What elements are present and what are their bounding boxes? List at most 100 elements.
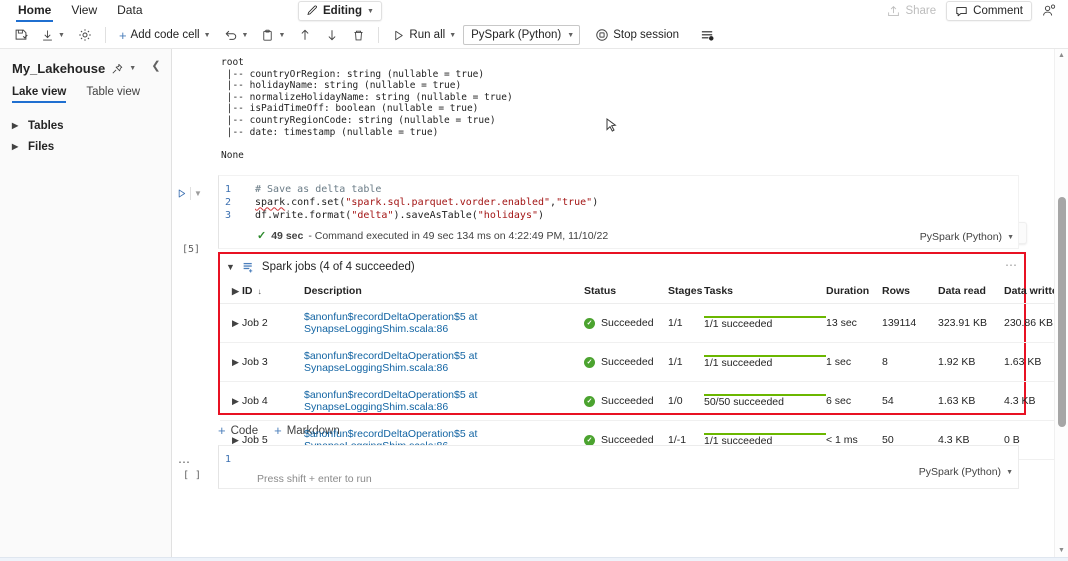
col-header-id[interactable]: ID ↓	[242, 280, 304, 304]
scrollbar-thumb[interactable]	[1058, 197, 1066, 427]
comment-button[interactable]: Comment	[946, 1, 1032, 21]
row-expand-cell[interactable]: ▶	[220, 343, 242, 382]
table-header-row: ▶ ID ↓ Description Status Stages Tasks D…	[220, 280, 1068, 304]
language-selector[interactable]: PySpark (Python) ▼	[463, 25, 580, 45]
col-header-data-read[interactable]: Data read	[938, 280, 1004, 304]
chevron-down-icon[interactable]: ▼	[129, 65, 136, 72]
paste-button[interactable]: ▼	[255, 24, 291, 46]
empty-cell-language-tag[interactable]: PySpark (Python) ▼	[919, 466, 1013, 478]
ribbon-tab-view[interactable]: View	[61, 0, 107, 22]
settings-button[interactable]	[72, 24, 98, 46]
tree-item-tables[interactable]: ▶ Tables	[0, 115, 171, 136]
col-header-description[interactable]: Description	[304, 280, 584, 304]
row-id: Job 2	[242, 304, 304, 343]
save-icon	[14, 28, 28, 42]
add-code-cell-button[interactable]: + Add code cell ▼	[113, 24, 217, 46]
col-header-duration[interactable]: Duration	[826, 280, 882, 304]
spark-jobs-more-options[interactable]: ⋯	[1005, 258, 1018, 272]
chevron-down-icon[interactable]: ▼	[226, 262, 235, 272]
tree-item-label: Files	[28, 141, 54, 153]
comment-icon	[955, 5, 968, 18]
success-icon: ✓	[584, 396, 595, 407]
row-duration: 1 sec	[826, 343, 882, 382]
table-row[interactable]: ▶ Job 2 $anonfun$recordDeltaOperation$5 …	[220, 304, 1068, 343]
move-cell-down-button[interactable]	[319, 24, 345, 46]
lakehouse-explorer: My_Lakehouse ▼ ❮ Lake view Table view ▶ …	[0, 49, 172, 557]
download-button[interactable]: ▼	[35, 24, 71, 46]
empty-code-cell[interactable]: [ ] 1 Press shift + enter to run PySpark…	[218, 445, 1019, 489]
pencil-icon	[306, 5, 318, 17]
spark-jobs-header[interactable]: ▼ Spark jobs (4 of 4 succeeded)	[220, 254, 1024, 280]
col-header-stages[interactable]: Stages	[668, 280, 704, 304]
ribbon-tabs: Home View Data	[0, 0, 153, 22]
row-description-link[interactable]: $anonfun$recordDeltaOperation$5 at Synap…	[304, 389, 477, 413]
row-description-link[interactable]: $anonfun$recordDeltaOperation$5 at Synap…	[304, 311, 477, 335]
cell-language-label: PySpark (Python)	[920, 231, 1002, 243]
row-duration: 6 sec	[826, 382, 882, 421]
cell-overflow-menu[interactable]: ⋯	[178, 455, 191, 469]
expand-all-header[interactable]: ▶	[220, 280, 242, 304]
run-all-button[interactable]: Run all ▼	[386, 24, 462, 46]
person-add-icon	[1042, 4, 1056, 18]
delete-cell-button[interactable]	[346, 24, 371, 46]
code-token: .conf.set(	[285, 196, 345, 209]
ribbon-right-actions: Share Comment	[879, 0, 1064, 22]
undo-button[interactable]: ▼	[218, 24, 255, 46]
chevron-down-icon: ▼	[1007, 234, 1014, 241]
col-header-rows[interactable]: Rows	[882, 280, 938, 304]
collapse-cell-icon[interactable]: ▼	[194, 189, 202, 198]
move-cell-up-button[interactable]	[292, 24, 318, 46]
pin-icon[interactable]	[111, 63, 123, 75]
stop-session-label: Stop session	[613, 29, 679, 41]
code-lines: 1 # Save as delta table 2 spark.conf.set…	[219, 183, 1018, 222]
code-token: )	[592, 196, 598, 209]
col-header-status[interactable]: Status	[584, 280, 668, 304]
success-icon: ✓	[584, 435, 595, 446]
ribbon-tab-home[interactable]: Home	[8, 0, 61, 22]
add-person-button[interactable]	[1034, 1, 1064, 21]
collapse-explorer-button[interactable]: ❮	[148, 57, 164, 73]
notebook-scroll-area: root |-- countryOrRegion: string (nullab…	[172, 49, 1054, 557]
exec-status-text: - Command executed in 49 sec 134 ms on 4…	[308, 230, 608, 242]
row-description-cell: $anonfun$recordDeltaOperation$5 at Synap…	[304, 382, 584, 421]
code-token: ).saveAsTable(	[393, 209, 477, 222]
comment-label: Comment	[973, 5, 1023, 17]
editing-mode-button[interactable]: Editing ▼	[298, 1, 382, 21]
row-expand-cell[interactable]: ▶	[220, 382, 242, 421]
outline-button[interactable]	[694, 24, 721, 46]
row-description-link[interactable]: $anonfun$recordDeltaOperation$5 at Synap…	[304, 350, 477, 374]
cell-language-tag[interactable]: PySpark (Python) ▼	[920, 231, 1014, 243]
gear-icon	[78, 28, 92, 42]
tree-item-files[interactable]: ▶ Files	[0, 136, 171, 157]
share-button[interactable]: Share	[879, 1, 944, 21]
tab-lake-view[interactable]: Lake view	[12, 86, 76, 103]
stop-session-button[interactable]: Stop session	[589, 24, 685, 46]
chevron-down-icon: ▼	[242, 32, 249, 39]
undo-icon	[224, 28, 238, 42]
row-expand-cell[interactable]: ▶	[220, 304, 242, 343]
row-status-cell: ✓ Succeeded	[584, 304, 668, 343]
row-status-cell: ✓ Succeeded	[584, 343, 668, 382]
table-row[interactable]: ▶ Job 4 $anonfun$recordDeltaOperation$5 …	[220, 382, 1068, 421]
scroll-down-arrow[interactable]: ▼	[1055, 544, 1068, 557]
scroll-up-arrow[interactable]: ▲	[1055, 49, 1068, 62]
row-tasks-cell: 1/1 succeeded	[704, 343, 826, 382]
lakehouse-header: My_Lakehouse ▼	[0, 49, 171, 76]
spark-jobs-icon	[242, 261, 255, 274]
spark-jobs-title: Spark jobs (4 of 4 succeeded)	[262, 261, 415, 273]
save-button[interactable]	[8, 24, 34, 46]
row-status-label: Succeeded	[601, 317, 654, 329]
col-header-tasks[interactable]: Tasks	[704, 280, 826, 304]
row-tasks-label: 1/1 succeeded	[704, 357, 772, 369]
body: My_Lakehouse ▼ ❮ Lake view Table view ▶ …	[0, 49, 1068, 557]
run-cell-icon[interactable]	[176, 188, 187, 199]
line-number: 1	[219, 453, 255, 466]
table-row[interactable]: ▶ Job 3 $anonfun$recordDeltaOperation$5 …	[220, 343, 1068, 382]
ribbon-tab-data[interactable]: Data	[107, 0, 152, 22]
vertical-scrollbar[interactable]: ▲ ▼	[1054, 49, 1068, 557]
tab-table-view[interactable]: Table view	[86, 86, 150, 103]
chevron-down-icon: ▼	[567, 32, 574, 39]
code-editor[interactable]: 1 # Save as delta table 2 spark.conf.set…	[218, 175, 1019, 249]
row-tasks-cell: 50/50 succeeded	[704, 382, 826, 421]
code-token: "delta"	[351, 209, 393, 222]
